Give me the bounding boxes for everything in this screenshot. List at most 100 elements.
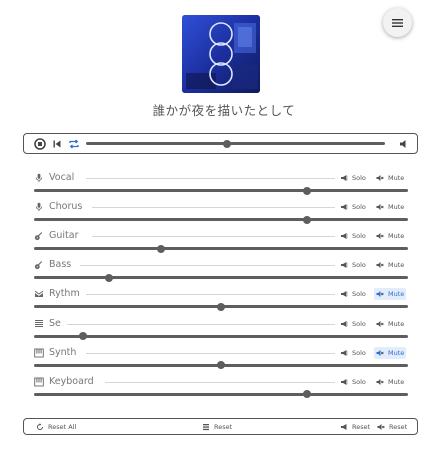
channel-separator — [86, 294, 335, 296]
mute-button[interactable]: Mute — [374, 346, 407, 359]
mute-label: Mute — [388, 377, 405, 386]
reset-mute-button[interactable]: Reset — [377, 422, 407, 432]
reset-all-button[interactable]: Reset All — [36, 422, 76, 432]
mute-button[interactable]: Mute — [374, 259, 406, 271]
level-slider[interactable] — [34, 218, 408, 222]
drum-icon — [34, 289, 44, 299]
level-slider[interactable] — [34, 276, 408, 280]
previous-button[interactable] — [51, 138, 63, 150]
megaphone-icon — [341, 320, 348, 327]
megaphone-icon — [341, 378, 348, 385]
solo-button[interactable]: Solo — [338, 201, 368, 213]
level-thumb[interactable] — [104, 273, 113, 282]
channel-separator — [104, 381, 335, 383]
reset-mute-label: Reset — [389, 423, 408, 431]
repeat-icon — [69, 139, 79, 149]
solo-label: Solo — [352, 261, 366, 270]
solo-label: Solo — [352, 174, 366, 182]
solo-button[interactable]: Solo — [338, 288, 368, 300]
solo-button[interactable]: Solo — [338, 318, 368, 330]
album-cover — [182, 15, 260, 93]
solo-label: Solo — [352, 348, 366, 357]
mute-label: Mute — [388, 319, 405, 328]
channel-separator — [86, 178, 335, 179]
reset-levels-button[interactable]: Reset — [202, 422, 232, 432]
level-thumb[interactable] — [303, 390, 312, 399]
level-thumb[interactable] — [157, 244, 166, 253]
keyboard-icon — [34, 377, 44, 387]
mute-icon — [376, 291, 384, 298]
solo-label: Solo — [352, 290, 366, 299]
mute-icon — [376, 175, 384, 181]
mute-button[interactable]: Mute — [374, 230, 406, 242]
mute-label: Mute — [388, 174, 405, 182]
mute-label: Mute — [388, 290, 405, 299]
mute-icon — [376, 349, 384, 356]
level-thumb[interactable] — [217, 361, 225, 370]
footer-bar: Reset All Reset Reset Reset — [23, 418, 418, 435]
reset-all-label: Reset All — [48, 423, 77, 431]
mute-button[interactable]: Mute — [374, 318, 406, 330]
seek-bar[interactable] — [86, 142, 385, 145]
bars-icon — [203, 424, 209, 431]
menu-button[interactable] — [383, 8, 412, 37]
reload-icon — [37, 423, 43, 430]
channel-label: Chorus — [49, 201, 83, 213]
megaphone-icon — [341, 349, 348, 356]
hamburger-icon — [392, 18, 403, 27]
channel-label: Bass — [49, 259, 72, 271]
channel-label: Guitar — [49, 230, 79, 242]
mute-button[interactable]: Mute — [374, 172, 406, 184]
guitar-icon — [34, 260, 44, 270]
channel-label: Synth — [49, 346, 77, 358]
megaphone-icon — [341, 175, 348, 181]
level-slider[interactable] — [34, 189, 408, 192]
reset-solo-label: Reset — [352, 423, 371, 431]
reset-levels-label: Reset — [214, 423, 233, 431]
seek-thumb[interactable] — [222, 139, 231, 148]
mute-icon — [376, 320, 384, 327]
stop-icon — [34, 138, 46, 150]
reset-solo-button[interactable]: Reset — [340, 422, 370, 432]
mute-icon — [376, 262, 384, 269]
level-thumb[interactable] — [78, 332, 87, 340]
guitar-icon — [34, 231, 44, 241]
mute-label: Mute — [388, 232, 405, 241]
solo-button[interactable]: Solo — [338, 259, 368, 271]
level-slider[interactable] — [34, 392, 408, 396]
mute-button[interactable]: Mute — [374, 288, 407, 301]
solo-label: Solo — [352, 377, 366, 386]
channel-label: Se — [49, 317, 61, 329]
volume-button[interactable] — [398, 138, 410, 150]
channel-label: Vocal — [49, 172, 75, 183]
song-title: 誰かが夜を描いたとして — [152, 103, 296, 118]
mute-icon — [376, 378, 384, 385]
mute-icon — [377, 424, 385, 430]
channel-separator — [67, 323, 335, 325]
mute-button[interactable]: Mute — [374, 201, 406, 213]
microphone-icon — [34, 202, 44, 212]
level-thumb[interactable] — [217, 302, 225, 311]
channel-label: Keyboard — [49, 375, 94, 387]
solo-button[interactable]: Solo — [338, 376, 368, 388]
level-slider[interactable] — [34, 247, 408, 251]
channel-separator — [92, 236, 335, 238]
repeat-button[interactable] — [68, 138, 80, 150]
mute-label: Mute — [388, 348, 405, 357]
stop-button[interactable] — [34, 138, 46, 150]
mute-button[interactable]: Mute — [374, 376, 406, 388]
solo-button[interactable]: Solo — [338, 230, 368, 242]
solo-button[interactable]: Solo — [338, 172, 368, 184]
megaphone-icon — [341, 291, 348, 298]
mute-icon — [376, 233, 384, 240]
megaphone-icon — [341, 204, 348, 211]
level-thumb[interactable] — [303, 186, 312, 195]
mute-label: Mute — [388, 203, 405, 212]
solo-button[interactable]: Solo — [338, 347, 368, 359]
level-thumb[interactable] — [303, 215, 312, 224]
megaphone-icon — [341, 424, 347, 430]
solo-label: Solo — [352, 203, 366, 212]
level-slider[interactable] — [34, 334, 408, 338]
volume-icon — [400, 140, 406, 148]
mute-icon — [376, 204, 384, 211]
